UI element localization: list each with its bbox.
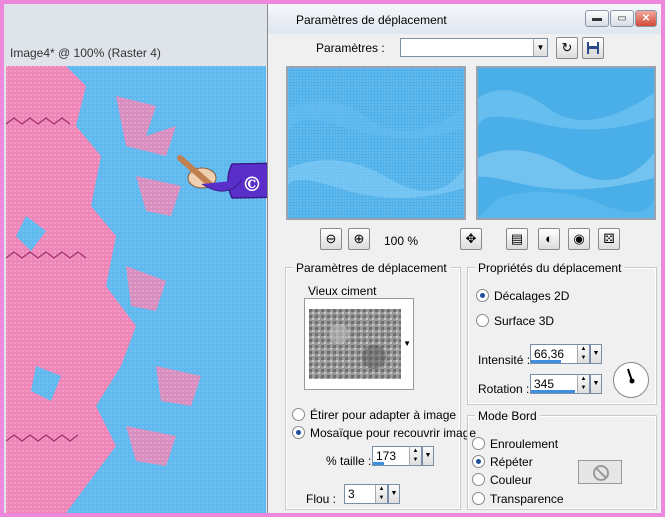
disabled-icon: [593, 465, 609, 481]
intensity-dropdown[interactable]: ▼: [590, 344, 602, 364]
presets-label: Paramètres :: [316, 41, 385, 55]
map-thumbnail[interactable]: ▼: [304, 298, 414, 390]
rotation-dropdown[interactable]: ▼: [590, 374, 602, 394]
rotation-updown-icon[interactable]: ▲ ▼: [577, 375, 589, 393]
tile-label: Mosaïque pour recouvrir image: [310, 426, 477, 440]
offset-2d-label: Décalages 2D: [494, 289, 570, 303]
dice-icon: ⚄: [603, 231, 615, 246]
preview-result[interactable]: [476, 66, 656, 220]
move-icon: ✥: [465, 231, 477, 246]
edge-repeat-radio[interactable]: [472, 455, 485, 468]
pan-button[interactable]: ✥: [460, 228, 482, 250]
surface-3d-radio[interactable]: [476, 314, 489, 327]
intensity-value: 66,36: [534, 347, 565, 361]
rotation-dial-needle-icon: [627, 368, 635, 384]
size-dropdown[interactable]: ▼: [422, 446, 434, 466]
toggle-preview-button[interactable]: ▤: [506, 228, 528, 250]
rotation-dial[interactable]: [613, 362, 649, 398]
size-updown-icon[interactable]: ▲ ▼: [409, 447, 421, 465]
zoom-out-button[interactable]: ⊖: [320, 228, 342, 250]
size-spinner[interactable]: 173 ▲ ▼: [372, 446, 422, 466]
displacement-params-title: Paramètres de déplacement: [293, 261, 450, 275]
image-canvas[interactable]: [6, 66, 266, 513]
document-title: Image4* @ 100% (Raster 4): [10, 46, 161, 60]
intensity-spinner[interactable]: 66,36 ▲ ▼: [530, 344, 590, 364]
document-window: Image4* @ 100% (Raster 4): [4, 4, 267, 513]
blur-updown-icon[interactable]: ▲ ▼: [375, 485, 387, 503]
edge-wrap-radio[interactable]: [472, 437, 485, 450]
tile-radio[interactable]: [292, 426, 305, 439]
edge-color-swatch[interactable]: [578, 460, 622, 484]
texture-thumbnail-image: [309, 309, 401, 379]
close-button[interactable]: ✕: [635, 10, 657, 27]
map-name: Vieux ciment: [308, 284, 377, 298]
rotation-label: Rotation :: [478, 382, 530, 396]
preview-layout-icon: ▤: [510, 231, 524, 246]
size-label: % taille :: [326, 454, 372, 468]
zoom-in-icon: ⊕: [353, 231, 365, 246]
edge-mode-title: Mode Bord: [475, 409, 540, 423]
intensity-slider-bar[interactable]: [531, 360, 561, 363]
offset-2d-radio[interactable]: [476, 289, 489, 302]
overlay-icon: ◐: [545, 231, 553, 246]
minimize-button[interactable]: ▬: [585, 10, 609, 27]
intensity-label: Intensité :: [478, 353, 531, 367]
edge-color-radio[interactable]: [472, 473, 485, 486]
displacement-dialog: Paramètres de déplacement ▬ ▭ ✕ Paramètr…: [267, 4, 661, 513]
preview-original-image: [288, 68, 464, 218]
zoom-out-icon: ⊖: [325, 231, 337, 246]
edge-wrap-label: Enroulement: [490, 437, 559, 451]
size-value: 173: [376, 449, 397, 463]
preview-original[interactable]: [286, 66, 466, 220]
rotation-slider-bar[interactable]: [531, 390, 575, 393]
intensity-updown-icon[interactable]: ▲ ▼: [577, 345, 589, 363]
size-slider-bar[interactable]: [373, 462, 384, 465]
dialog-title: Paramètres de déplacement: [296, 13, 447, 27]
edge-transparent-radio[interactable]: [472, 492, 485, 505]
preview-result-image: [478, 68, 654, 218]
dialog-titlebar[interactable]: Paramètres de déplacement ▬ ▭ ✕: [268, 4, 661, 34]
maximize-button[interactable]: ▭: [610, 10, 634, 27]
rotation-spinner[interactable]: 345 ▲ ▼: [530, 374, 590, 394]
save-preset-button[interactable]: [582, 37, 604, 59]
reset-icon: ↻: [561, 40, 573, 55]
edge-repeat-label: Répéter: [490, 455, 533, 469]
stretch-radio[interactable]: [292, 408, 305, 421]
blur-spinner[interactable]: 3 ▲ ▼: [344, 484, 388, 504]
randomize-button[interactable]: ⚄: [598, 228, 620, 250]
show-original-button[interactable]: ◐: [538, 228, 560, 250]
blur-value: 3: [348, 487, 355, 501]
eye-icon: ◉: [573, 231, 585, 246]
reset-button[interactable]: ↻: [556, 37, 578, 59]
properties-title: Propriétés du déplacement: [475, 261, 625, 275]
zoom-in-button[interactable]: ⊕: [348, 228, 370, 250]
presets-dropdown[interactable]: ▼: [400, 38, 548, 57]
chevron-down-icon[interactable]: ▼: [533, 39, 547, 56]
surface-3d-label: Surface 3D: [494, 314, 555, 328]
stretch-label: Étirer pour adapter à image: [310, 408, 457, 422]
floppy-disk-icon: [587, 42, 599, 54]
edge-color-label: Couleur: [490, 473, 533, 487]
app-frame: Image4* @ 100% (Raster 4) © Paramètres d…: [4, 4, 661, 513]
blur-label: Flou :: [306, 492, 337, 506]
zoom-level: 100 %: [384, 234, 419, 248]
preview-on-image-button[interactable]: ◉: [568, 228, 590, 250]
map-dropdown-arrow-icon[interactable]: ▼: [403, 339, 411, 348]
blur-dropdown[interactable]: ▼: [388, 484, 400, 504]
canvas-artwork: [6, 66, 266, 513]
rotation-value: 345: [534, 377, 555, 391]
edge-transparent-label: Transparence: [490, 492, 564, 506]
